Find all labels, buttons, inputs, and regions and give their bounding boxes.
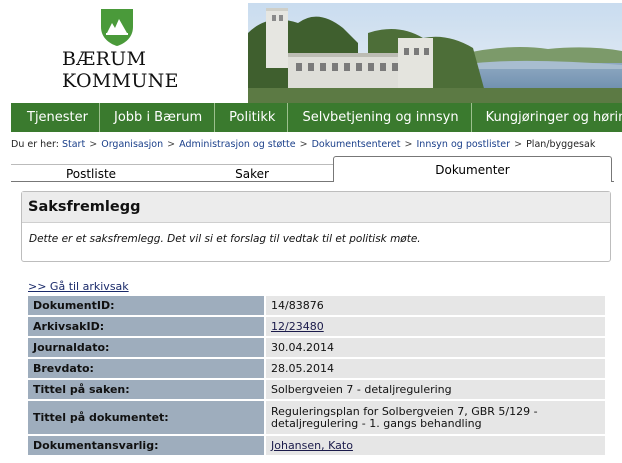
site-header: BÆRUM KOMMUNE: [0, 0, 622, 103]
document-metadata-table: DokumentID: 14/83876 ArkivsakID: 12/2348…: [28, 294, 605, 457]
breadcrumb-organisasjon[interactable]: Organisasjon: [101, 139, 163, 150]
field-label: Dokumentansvarlig:: [28, 436, 266, 455]
logo-line-1: BÆRUM: [62, 48, 147, 70]
nav-item-jobb[interactable]: Jobb i Bærum: [100, 103, 216, 132]
breadcrumb-current: Plan/byggesak: [526, 139, 596, 150]
case-id-link[interactable]: 12/23480: [271, 320, 324, 333]
breadcrumb: Du er her: Start > Organisasjon > Admini…: [11, 139, 595, 150]
table-row: ArkivsakID: 12/23480: [28, 317, 605, 336]
breadcrumb-prefix: Du er her:: [11, 139, 59, 150]
breadcrumb-separator: >: [299, 139, 308, 150]
document-type-title: Saksfremlegg: [22, 192, 610, 223]
document-type-box: Saksfremlegg Dette er et saksfremlegg. D…: [21, 191, 611, 262]
nav-item-politikk[interactable]: Politikk: [215, 103, 289, 132]
tab-saker[interactable]: Saker: [171, 164, 333, 182]
field-label: Journaldato:: [28, 338, 266, 357]
tab-bar: Postliste Saker Dokumenter: [11, 156, 614, 182]
nav-item-selvbetjening[interactable]: Selvbetjening og innsyn: [288, 103, 472, 132]
field-label: Tittel på dokumentet:: [28, 401, 266, 434]
field-value: Reguleringsplan for Solbergveien 7, GBR …: [266, 401, 605, 434]
nav-item-tjenester[interactable]: Tjenester: [11, 103, 101, 132]
breadcrumb-separator: >: [167, 139, 176, 150]
breadcrumb-dokumentsenteret[interactable]: Dokumentsenteret: [312, 139, 401, 150]
table-row: Tittel på dokumentet: Reguleringsplan fo…: [28, 401, 605, 434]
field-value: 30.04.2014: [266, 338, 605, 357]
table-row: Tittel på saken: Solbergveien 7 - detalj…: [28, 380, 605, 399]
table-row: Journaldato: 30.04.2014: [28, 338, 605, 357]
breadcrumb-separator: >: [404, 139, 413, 150]
field-value: Solbergveien 7 - detaljregulering: [266, 380, 605, 399]
breadcrumb-innsyn[interactable]: Innsyn og postlister: [417, 139, 511, 150]
goto-case-link[interactable]: >> Gå til arkivsak: [28, 280, 129, 293]
breadcrumb-start[interactable]: Start: [62, 139, 85, 150]
field-label: ArkivsakID:: [28, 317, 266, 336]
breadcrumb-administrasjon[interactable]: Administrasjon og støtte: [179, 139, 295, 150]
tab-dokumenter[interactable]: Dokumenter: [333, 156, 612, 182]
field-value: 14/83876: [266, 296, 605, 315]
field-value: 28.05.2014: [266, 359, 605, 378]
breadcrumb-separator: >: [514, 139, 523, 150]
coat-of-arms-icon: [101, 9, 133, 46]
logo-line-2: KOMMUNE: [62, 70, 179, 92]
table-row: Brevdato: 28.05.2014: [28, 359, 605, 378]
field-label: Tittel på saken:: [28, 380, 266, 399]
header-photo: [248, 3, 622, 103]
tab-postliste[interactable]: Postliste: [11, 164, 171, 182]
breadcrumb-separator: >: [89, 139, 98, 150]
table-row: Dokumentansvarlig: Johansen, Kato: [28, 436, 605, 455]
document-type-description: Dette er et saksfremlegg. Det vil si et …: [29, 233, 421, 245]
site-logo[interactable]: BÆRUM KOMMUNE: [0, 0, 248, 103]
logo-text: BÆRUM KOMMUNE: [62, 48, 182, 92]
field-label: DokumentID:: [28, 296, 266, 315]
tab-divider: [611, 181, 614, 182]
field-label: Brevdato:: [28, 359, 266, 378]
tab-divider: [11, 181, 333, 182]
responsible-person-link[interactable]: Johansen, Kato: [271, 439, 353, 452]
main-nav: Tjenester Jobb i Bærum Politikk Selvbetj…: [11, 103, 622, 132]
field-value: 12/23480: [266, 317, 605, 336]
field-value: Johansen, Kato: [266, 436, 605, 455]
nav-item-kunngjoringer[interactable]: Kungjøringer og høring: [472, 103, 622, 132]
table-row: DokumentID: 14/83876: [28, 296, 605, 315]
